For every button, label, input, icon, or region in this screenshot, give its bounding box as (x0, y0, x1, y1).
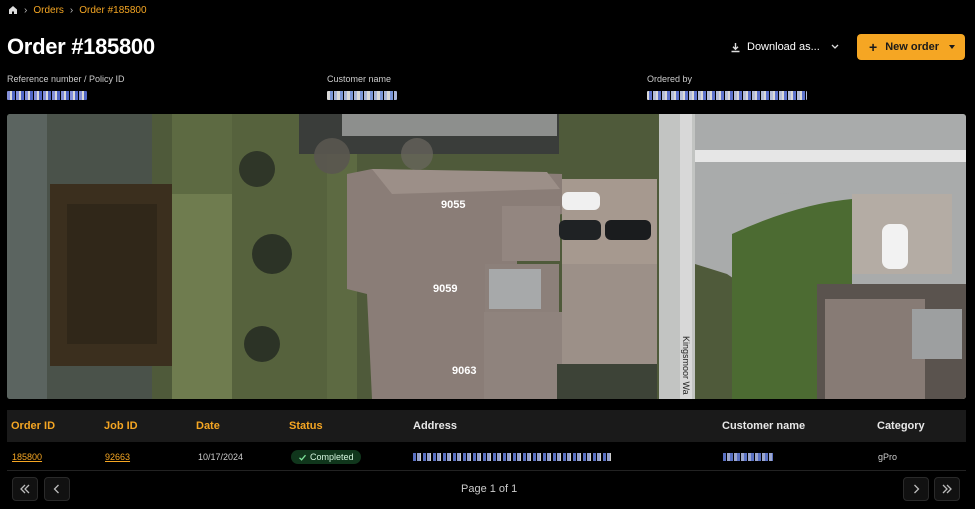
new-order-label: New order (885, 41, 939, 53)
chevron-right-icon: › (24, 4, 28, 16)
col-date[interactable]: Date (196, 420, 220, 432)
table-header: Order ID Job ID Date Status Address Cust… (7, 410, 966, 442)
col-address: Address (413, 420, 458, 432)
street-label: Kingsmoor Wa (681, 336, 691, 395)
aerial-map[interactable]: 9055 9059 9063 Kingsmoor Wa (7, 114, 966, 399)
table-row[interactable]: 185800 92663 10/17/2024 Completed gPro (7, 443, 966, 471)
col-customer-name: Customer name (722, 420, 806, 432)
page-indicator: Page 1 of 1 (461, 483, 518, 495)
reference-block: Reference number / Policy ID (7, 74, 125, 100)
new-order-button[interactable]: + New order (857, 34, 965, 60)
page-title: Order #185800 (7, 34, 155, 59)
status-text: Completed (310, 452, 354, 462)
chevron-right-icon: › (69, 4, 74, 16)
col-category: Category (877, 420, 925, 432)
address-redacted (413, 453, 611, 461)
house-number-9059: 9059 (433, 283, 457, 295)
category-value: gPro (878, 452, 898, 462)
ordered-by-block: Ordered by (647, 74, 807, 100)
download-icon (731, 42, 740, 52)
order-id-link[interactable]: 185800 (12, 452, 42, 462)
breadcrumb: › Orders › Order #185800 (8, 4, 147, 16)
breadcrumb-current-order[interactable]: Order #185800 (79, 5, 146, 16)
chevron-right-icon (914, 484, 920, 494)
house-number-9063: 9063 (452, 365, 476, 377)
first-page-button[interactable] (12, 477, 38, 501)
last-page-button[interactable] (934, 477, 960, 501)
download-label: Download as... (747, 41, 820, 53)
reference-value-redacted (7, 91, 87, 100)
order-date: 10/17/2024 (198, 452, 244, 462)
customer-value-redacted (327, 91, 397, 100)
reference-label: Reference number / Policy ID (7, 74, 125, 84)
customer-label: Customer name (327, 74, 392, 84)
col-job-id[interactable]: Job ID (104, 420, 138, 432)
double-chevron-left-icon (20, 484, 30, 494)
plus-icon: + (869, 39, 878, 55)
job-id-link[interactable]: 92663 (105, 452, 130, 462)
previous-page-button[interactable] (44, 477, 70, 501)
check-icon (299, 454, 306, 461)
home-icon[interactable] (8, 5, 18, 15)
download-as-button[interactable]: Download as... (730, 36, 840, 58)
ordered-by-label: Ordered by (647, 74, 693, 84)
double-chevron-right-icon (942, 484, 952, 494)
col-order-id[interactable]: Order ID (11, 420, 55, 432)
ordered-by-value-redacted (647, 91, 807, 100)
chevron-left-icon (53, 484, 59, 494)
next-page-button[interactable] (903, 477, 929, 501)
customer-block: Customer name (327, 74, 397, 100)
house-number-9055: 9055 (441, 199, 465, 211)
col-status[interactable]: Status (289, 420, 323, 432)
chevron-down-icon (831, 44, 839, 49)
caret-down-icon[interactable] (949, 45, 955, 49)
breadcrumb-orders[interactable]: Orders (33, 5, 64, 16)
status-badge: Completed (291, 450, 361, 464)
customer-name-redacted (723, 453, 773, 461)
